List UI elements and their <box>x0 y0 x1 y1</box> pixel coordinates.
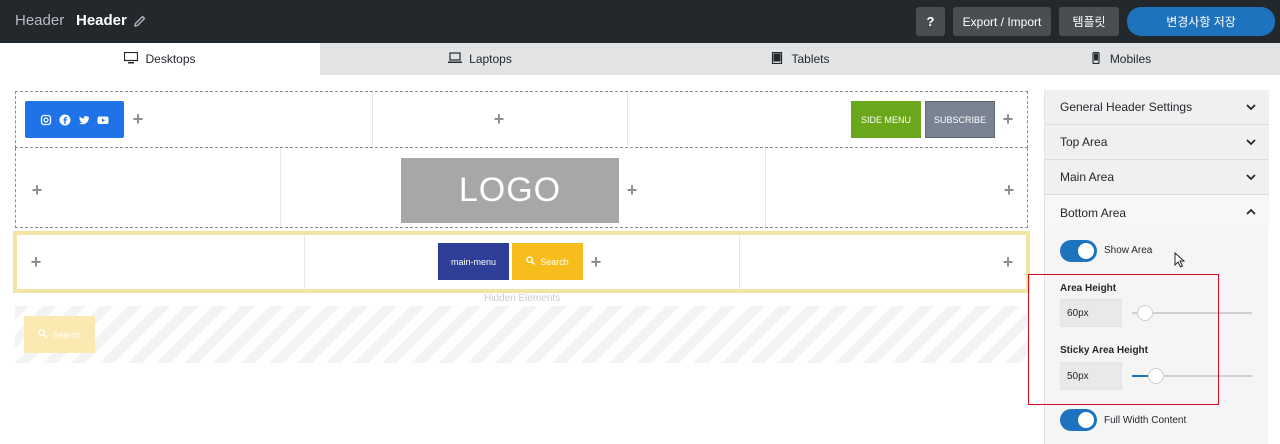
search-widget[interactable]: Search <box>512 243 583 280</box>
column-divider <box>739 235 740 289</box>
header-main-row[interactable]: + LOGO + + <box>15 148 1028 228</box>
accordion-general-header-settings[interactable]: General Header Settings <box>1045 90 1269 125</box>
social-icons-widget[interactable] <box>25 101 124 138</box>
add-element-button[interactable]: + <box>130 110 146 128</box>
header-top-row[interactable]: + + SIDE MENU SUBSCRIBE + <box>15 91 1028 148</box>
side-menu-button[interactable]: SIDE MENU <box>851 101 921 138</box>
add-element-button[interactable]: + <box>1000 253 1016 271</box>
annotation-highlight-box <box>1028 274 1219 405</box>
main-menu-widget[interactable]: main-menu <box>438 243 509 280</box>
column-divider <box>304 235 305 289</box>
page-title: Header <box>76 12 127 29</box>
breadcrumb-context: Header <box>15 12 65 29</box>
template-button[interactable]: 템플릿 <box>1059 7 1119 36</box>
tab-tablets[interactable]: Tablets <box>640 43 960 75</box>
tab-laptops[interactable]: Laptops <box>320 43 640 75</box>
show-area-toggle[interactable] <box>1060 240 1097 262</box>
add-element-button[interactable]: + <box>28 253 44 271</box>
desktop-icon <box>124 51 139 67</box>
twitter-icon <box>78 114 90 126</box>
add-element-button[interactable]: + <box>1000 110 1016 128</box>
tab-desktops[interactable]: Desktops <box>0 43 320 75</box>
pencil-icon[interactable] <box>133 14 147 28</box>
chevron-down-icon <box>1245 136 1257 148</box>
mouse-cursor-icon <box>1174 251 1186 268</box>
accordion-label: Main Area <box>1060 170 1115 184</box>
chevron-down-icon <box>1245 171 1257 183</box>
hidden-elements-area[interactable]: Search <box>15 306 1028 363</box>
search-icon <box>38 329 48 340</box>
column-divider <box>280 148 281 227</box>
full-width-content-toggle[interactable] <box>1060 409 1097 431</box>
top-bar: Header Header ? Export / Import 템플릿 변경사항… <box>0 0 1280 43</box>
toggle-knob <box>1078 243 1094 259</box>
full-width-content-label: Full Width Content <box>1104 415 1187 426</box>
hidden-search-widget[interactable]: Search <box>24 316 95 353</box>
search-label: Search <box>540 256 569 267</box>
show-area-label: Show Area <box>1104 245 1153 256</box>
chevron-up-icon <box>1245 206 1257 218</box>
column-divider <box>765 148 766 227</box>
accordion-main-area[interactable]: Main Area <box>1045 160 1269 195</box>
tab-label: Mobiles <box>1109 52 1152 66</box>
tab-label: Laptops <box>469 52 512 66</box>
add-element-button[interactable]: + <box>624 181 640 199</box>
toggle-knob <box>1078 412 1094 428</box>
search-label: Search <box>52 329 81 340</box>
facebook-icon <box>59 114 71 126</box>
search-icon <box>526 256 536 267</box>
youtube-icon <box>97 114 109 126</box>
header-bottom-row[interactable]: + main-menu Search + + <box>13 231 1030 293</box>
add-element-button[interactable]: + <box>1001 181 1017 199</box>
accordion-top-area[interactable]: Top Area <box>1045 125 1269 160</box>
hidden-elements-label: Hidden Elements <box>484 293 561 304</box>
save-changes-button[interactable]: 변경사항 저장 <box>1127 7 1275 36</box>
tab-label: Desktops <box>145 52 196 66</box>
mobile-icon <box>1089 51 1103 67</box>
tab-label: Tablets <box>791 52 830 66</box>
instagram-icon <box>40 114 52 126</box>
accordion-label: Bottom Area <box>1060 205 1127 220</box>
column-divider <box>627 92 628 147</box>
add-element-button[interactable]: + <box>29 181 45 199</box>
accordion-bottom-area[interactable]: Bottom Area <box>1045 195 1269 230</box>
subscribe-button[interactable]: SUBSCRIBE <box>925 101 995 138</box>
tablet-icon <box>770 51 784 67</box>
tab-mobiles[interactable]: Mobiles <box>960 43 1280 75</box>
chevron-down-icon <box>1245 101 1257 113</box>
device-tabs: Desktops Laptops Tablets Mobiles <box>0 43 1280 75</box>
add-element-button[interactable]: + <box>588 253 604 271</box>
accordion-label: General Header Settings <box>1060 100 1193 114</box>
laptop-icon <box>448 51 463 67</box>
logo-placeholder[interactable]: LOGO <box>401 158 619 223</box>
export-import-button[interactable]: Export / Import <box>953 7 1051 36</box>
help-button[interactable]: ? <box>916 7 945 36</box>
accordion-label: Top Area <box>1060 135 1108 149</box>
add-element-button[interactable]: + <box>491 110 507 128</box>
column-divider <box>372 92 373 147</box>
